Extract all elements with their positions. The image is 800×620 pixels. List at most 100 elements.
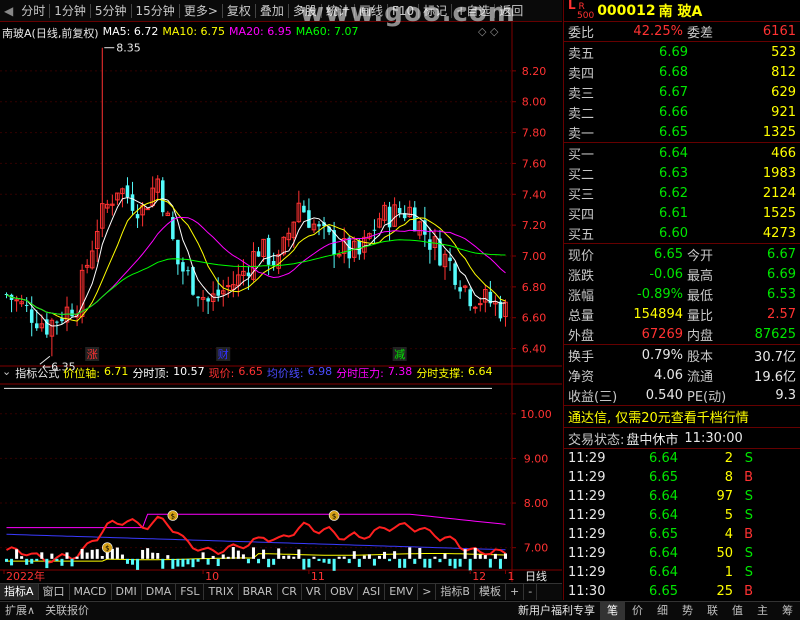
indicator-bar (211, 555, 215, 559)
tab-trix[interactable]: TRIX (204, 584, 239, 600)
statistics-button[interactable]: 统计 (322, 0, 354, 21)
zoom-out-button[interactable]: - (524, 584, 538, 600)
weicha-label: 委差 (687, 26, 714, 41)
draw-line-button[interactable]: 画线 (355, 0, 387, 21)
expand-button[interactable]: 扩展∧ (0, 602, 40, 620)
bid-row[interactable]: 买五 6.60 4273 (564, 223, 800, 243)
tab-5min[interactable]: 5分钟 (91, 0, 131, 21)
f10-button[interactable]: F10 (388, 0, 418, 21)
tab-vr[interactable]: VR (302, 584, 327, 600)
stat-value: 6.53 (767, 286, 796, 302)
book-volume: 1983 (762, 165, 796, 181)
adjust-button[interactable]: 复权 (223, 0, 255, 21)
tab-indicator-b[interactable]: 指标B (436, 584, 475, 600)
ask-row[interactable]: 卖四 6.68 812 (564, 62, 800, 82)
tick-side: S (744, 489, 753, 504)
book-level-label: 卖三 (568, 86, 595, 102)
indicator-bar (166, 555, 170, 559)
stat-label: 最高 (687, 268, 714, 284)
side-tab-main[interactable]: 主 (750, 602, 775, 620)
tab-indicator-a[interactable]: 指标A (0, 584, 39, 600)
new-user-promo-link[interactable]: 新用户福利专享 (513, 602, 600, 620)
tab-intraday[interactable]: 分时 (17, 0, 49, 21)
tick-row: 11:30 6.65 25 B (564, 582, 800, 601)
related-quotes-button[interactable]: 关联报价 (40, 602, 94, 620)
tab-obv[interactable]: OBV (326, 584, 359, 600)
money-bag-symbol: $ (171, 513, 175, 521)
tab-cr[interactable]: CR (278, 584, 302, 600)
chart-canvas[interactable]: 8.20 8.00 7.80 7.60 7.40 7.20 7.00 6.80 6.60 6.40… (0, 22, 562, 582)
stat-row: 外盘 67269 内盘 87625 (564, 324, 800, 344)
side-tab-value[interactable]: 值 (725, 602, 750, 620)
indicator-y-tick-label: 10.00 (520, 408, 552, 421)
add-watchlist-button[interactable]: +自选 (452, 0, 494, 21)
y-tick-label: 7.00 (522, 250, 547, 263)
indicator-bar (45, 558, 49, 569)
side-tab-detail[interactable]: 细 (650, 602, 675, 620)
tab-brar[interactable]: BRAR (239, 584, 278, 600)
collapse-icon[interactable]: ⌄ (2, 365, 11, 381)
candle-body (256, 251, 261, 257)
tab-scroll-right[interactable]: > (418, 584, 437, 600)
tab-more[interactable]: 更多> (180, 0, 222, 21)
indicator-bar (196, 558, 200, 562)
multi-stock-button[interactable]: 多股 (289, 0, 321, 21)
stat-value: 2.57 (767, 306, 796, 322)
ask-list: 卖五 6.69 523 卖四 6.68 812 卖三 6.67 629 卖二 6.66 921 卖一 6.… (564, 42, 800, 143)
ask-row[interactable]: 卖一 6.65 1325 (564, 122, 800, 142)
ask-row[interactable]: 卖五 6.69 523 (564, 42, 800, 62)
tick-list[interactable]: 11:29 6.64 2 S 11:29 6.65 8 B 11:29 6.64 97 S 11:29 6… (564, 449, 800, 601)
side-tab-ticks[interactable]: 笔 (600, 602, 625, 620)
overlay-button[interactable]: 叠加 (256, 0, 288, 21)
side-tab-link[interactable]: 联 (700, 602, 725, 620)
tab-emv[interactable]: EMV (385, 584, 419, 600)
ma5-label: MA5: 6.72 (102, 25, 159, 38)
tab-fsl[interactable]: FSL (176, 584, 205, 600)
candle-body (24, 304, 29, 306)
tab-asi[interactable]: ASI (358, 584, 386, 600)
bid-row[interactable]: 买四 6.61 1525 (564, 203, 800, 223)
quote-panel: L R 500 000012 南 玻A 委比 42.25% 委差 6161 卖五… (563, 0, 800, 600)
side-tab-price[interactable]: 价 (625, 602, 650, 620)
indicator-item-label: 分时压力: (336, 367, 384, 380)
side-tab-chips[interactable]: 筹 (775, 602, 800, 620)
mark-button[interactable]: 标记 (419, 0, 451, 21)
bid-row[interactable]: 买二 6.63 1983 (564, 163, 800, 183)
book-level-label: 卖五 (568, 46, 595, 62)
bid-row[interactable]: 买三 6.62 2124 (564, 183, 800, 203)
stat-value: 0.79% (641, 347, 683, 363)
indicator-bar (498, 558, 502, 569)
indicator-bar (478, 554, 482, 559)
indicator-bar (433, 556, 437, 559)
tab-macd[interactable]: MACD (70, 584, 112, 600)
lr-badge[interactable]: L R 500 (568, 0, 594, 21)
tab-dmi[interactable]: DMI (112, 584, 142, 600)
back-button[interactable]: 返回 (495, 0, 527, 21)
zoom-in-button[interactable]: + (506, 584, 525, 600)
indicator-name[interactable]: 指标公式 (15, 365, 59, 381)
tab-15min[interactable]: 15分钟 (132, 0, 179, 21)
promo-text[interactable]: 通达信, 仅需20元查看千档行情 (568, 407, 749, 426)
book-level-label: 买三 (568, 187, 595, 203)
promo-banner[interactable]: 通达信, 仅需20元查看千档行情 (564, 406, 800, 428)
nav-left-icon[interactable]: ◀ (0, 0, 17, 21)
stat-label: 换手 (568, 349, 595, 365)
side-tab-trend[interactable]: 势 (675, 602, 700, 620)
bid-row[interactable]: 买一 6.64 466 (564, 143, 800, 163)
tab-template[interactable]: 模板 (475, 584, 506, 600)
tab-1min[interactable]: 1分钟 (50, 0, 90, 21)
ask-row[interactable]: 卖三 6.67 629 (564, 82, 800, 102)
period-label: 日线 (525, 569, 547, 582)
tab-dma[interactable]: DMA (142, 584, 177, 600)
stat-row: 换手 0.79% 股本 30.7亿 (564, 345, 800, 365)
candle-body (397, 208, 402, 214)
chart-options-icons[interactable]: ◇ ◇ (478, 25, 498, 38)
book-volume: 921 (771, 104, 796, 120)
indicator-bar (216, 558, 220, 567)
ask-row[interactable]: 卖二 6.66 921 (564, 102, 800, 122)
candle-body (478, 303, 483, 306)
candle-body (60, 318, 64, 322)
book-price: 6.63 (659, 165, 688, 181)
tab-window[interactable]: 窗口 (39, 584, 70, 600)
chart-area[interactable]: 8.20 8.00 7.80 7.60 7.40 7.20 7.00 6.80 6.60 6.40… (0, 22, 562, 582)
